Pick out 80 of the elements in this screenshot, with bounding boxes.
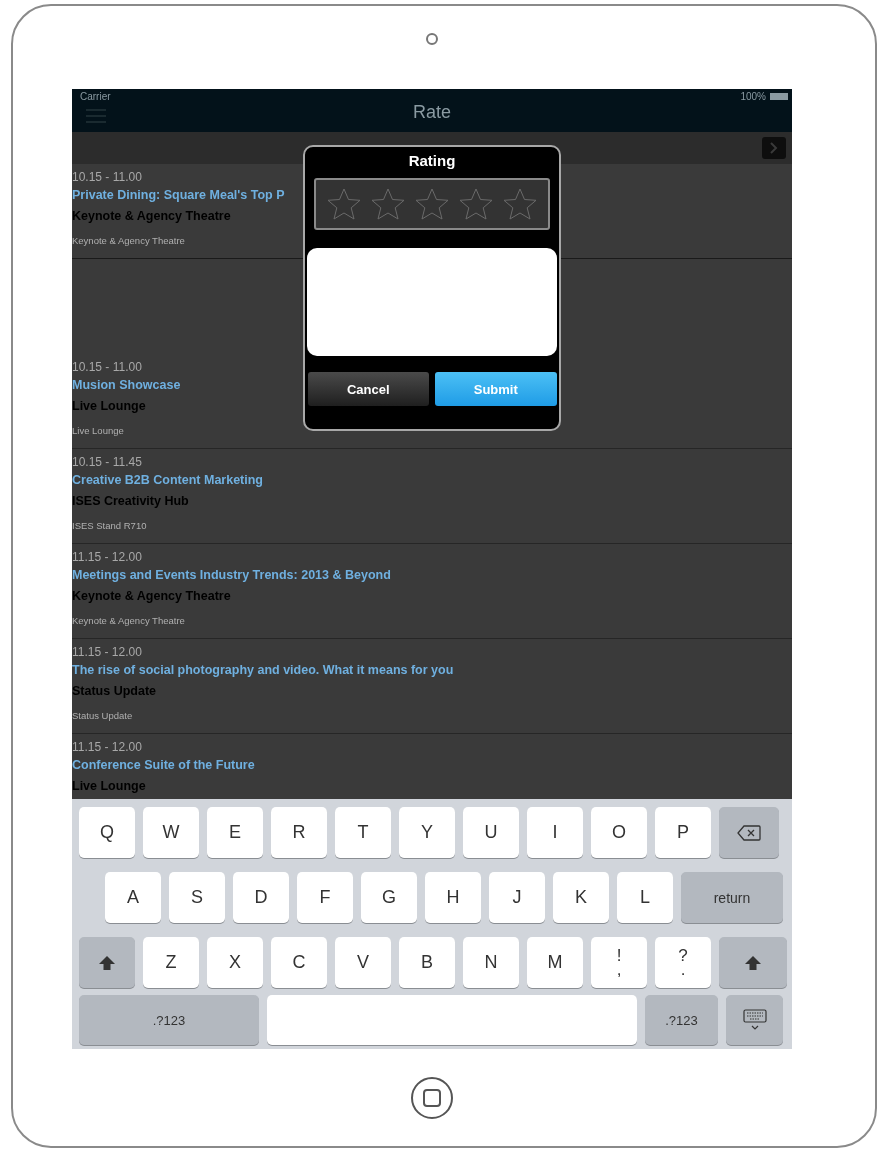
- session-time: 11.15 - 12.00: [72, 645, 142, 661]
- letter-key[interactable]: A: [105, 872, 161, 923]
- next-arrow-button[interactable]: [762, 137, 786, 159]
- session-time: 11.15 - 12.00: [72, 550, 142, 566]
- star-icon[interactable]: [327, 188, 361, 220]
- camera-icon: [426, 32, 438, 45]
- letter-key[interactable]: D: [233, 872, 289, 923]
- session-title[interactable]: Conference Suite of the Future: [72, 758, 255, 779]
- letter-key[interactable]: I: [527, 807, 583, 858]
- letter-key[interactable]: Y: [399, 807, 455, 858]
- star-rating[interactable]: [314, 178, 550, 230]
- session-venue: Live Lounge: [72, 399, 146, 415]
- hide-keyboard-key[interactable]: [726, 995, 783, 1045]
- letter-key[interactable]: V: [335, 937, 391, 988]
- battery-icon: [770, 93, 788, 100]
- letter-key[interactable]: B: [399, 937, 455, 988]
- letter-key[interactable]: E: [207, 807, 263, 858]
- session-venue: Keynote & Agency Theatre: [72, 589, 231, 605]
- session-venue: Keynote & Agency Theatre: [72, 209, 231, 225]
- letter-key[interactable]: S: [169, 872, 225, 923]
- letter-key[interactable]: F: [297, 872, 353, 923]
- star-icon[interactable]: [503, 188, 537, 220]
- session-time: 10.15 - 11.00: [72, 170, 142, 186]
- letter-key[interactable]: M: [527, 937, 583, 988]
- star-icon[interactable]: [459, 188, 493, 220]
- star-icon[interactable]: [415, 188, 449, 220]
- letter-key[interactable]: Q: [79, 807, 135, 858]
- cancel-button[interactable]: Cancel: [307, 372, 429, 406]
- chevron-right-icon: [770, 142, 778, 154]
- return-key[interactable]: return: [681, 872, 783, 923]
- letter-key[interactable]: N: [463, 937, 519, 988]
- letter-key[interactable]: L: [617, 872, 673, 923]
- session-location: ISES Stand R710: [72, 520, 147, 531]
- carrier-label: Carrier: [80, 91, 112, 102]
- screen-title: Rate: [412, 102, 452, 123]
- shift-key[interactable]: [719, 937, 787, 988]
- session-title[interactable]: Meetings and Events Industry Trends: 2013 & Beyond: [72, 568, 391, 589]
- letter-key[interactable]: X: [207, 937, 263, 988]
- letter-key[interactable]: J: [489, 872, 545, 923]
- home-button[interactable]: [411, 1076, 453, 1119]
- letter-key[interactable]: T: [335, 807, 391, 858]
- numbers-key[interactable]: .?123: [645, 995, 718, 1045]
- letter-key[interactable]: R: [271, 807, 327, 858]
- letter-key[interactable]: W: [143, 807, 199, 858]
- battery-label: 100%: [740, 91, 766, 102]
- numbers-key[interactable]: .?123: [79, 995, 259, 1045]
- shift-arrow-icon: [744, 954, 762, 971]
- comment-field[interactable]: [307, 248, 557, 356]
- session-venue: ISES Creativity Hub: [72, 494, 189, 510]
- shift-key[interactable]: [79, 937, 135, 988]
- dialog-title: Rating: [408, 151, 456, 171]
- punctuation-key[interactable]: ? .: [655, 937, 711, 988]
- letter-key[interactable]: P: [655, 807, 711, 858]
- session-location: Keynote & Agency Theatre: [72, 615, 185, 626]
- letter-key[interactable]: H: [425, 872, 481, 923]
- session-venue: Status Update: [72, 684, 157, 700]
- letter-key[interactable]: G: [361, 872, 417, 923]
- menu-icon[interactable]: [86, 109, 106, 123]
- session-venue: Live Lounge: [72, 779, 146, 795]
- session-location: Keynote & Agency Theatre: [72, 235, 185, 246]
- session-time: 11.15 - 12.00: [72, 740, 142, 756]
- session-time: 10.15 - 11.45: [72, 455, 142, 471]
- session-location: Status Update: [72, 710, 133, 721]
- shift-arrow-icon: [98, 954, 116, 971]
- letter-key[interactable]: O: [591, 807, 647, 858]
- session-title[interactable]: Musion Showcase: [72, 378, 181, 399]
- letter-key[interactable]: Z: [143, 937, 199, 988]
- backspace-key[interactable]: [719, 807, 779, 858]
- letter-key[interactable]: U: [463, 807, 519, 858]
- session-location: Live Lounge: [72, 425, 124, 436]
- punctuation-key[interactable]: ! ,: [591, 937, 647, 988]
- session-title[interactable]: The rise of social photography and video. What it means for you: [72, 663, 454, 684]
- session-time: 10.15 - 11.00: [72, 360, 142, 376]
- keyboard-icon: [742, 1009, 767, 1031]
- star-icon[interactable]: [371, 188, 405, 220]
- session-title[interactable]: Private Dining: Square Meal's Top P: [72, 188, 285, 209]
- letter-key[interactable]: K: [553, 872, 609, 923]
- session-title[interactable]: Creative B2B Content Marketing: [72, 473, 263, 494]
- letter-key[interactable]: C: [271, 937, 327, 988]
- backspace-icon: [737, 824, 761, 841]
